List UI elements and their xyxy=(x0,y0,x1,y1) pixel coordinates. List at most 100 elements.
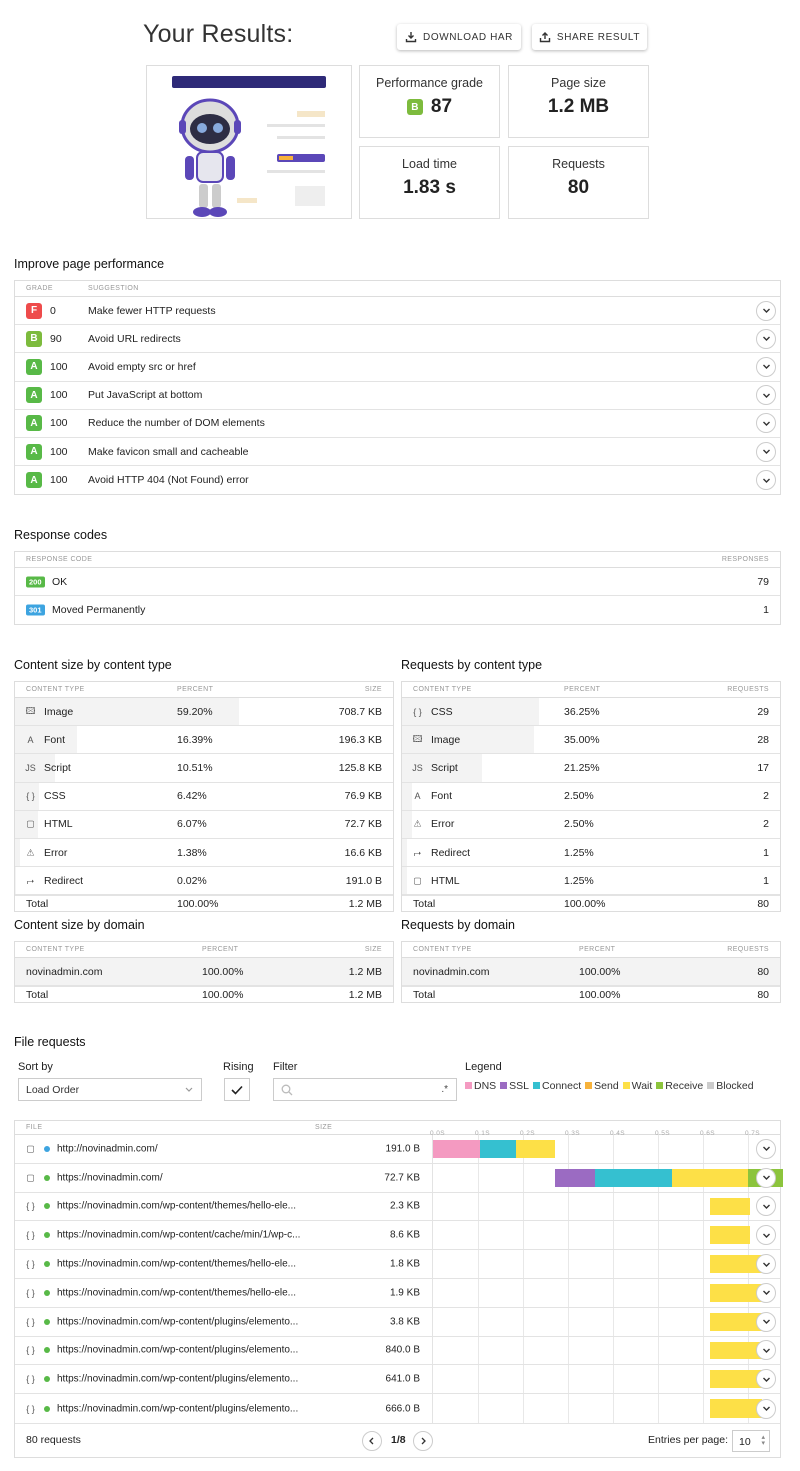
expand-button[interactable] xyxy=(756,356,776,377)
requests-label: Requests xyxy=(552,157,605,171)
entries-per-page-input[interactable]: 10 ▴ ▾ xyxy=(732,1429,770,1452)
file-type-icon: { } xyxy=(26,1287,35,1298)
total-row: Total 100.00% 80 xyxy=(402,895,780,911)
suggestion-row[interactable]: A 100 Avoid empty src or href xyxy=(15,353,780,382)
file-request-row[interactable]: { } https://novinadmin.com/wp-content/plu… xyxy=(15,1336,780,1366)
regex-toggle[interactable]: .* xyxy=(441,1084,448,1095)
next-page-button[interactable] xyxy=(413,1430,433,1451)
improve-section-title: Improve page performance xyxy=(14,257,165,271)
content-type-name: Script xyxy=(44,761,71,774)
expand-button[interactable] xyxy=(756,1369,776,1390)
expand-button[interactable] xyxy=(756,1311,776,1332)
grid-line xyxy=(478,1250,479,1278)
legend-item: Connect xyxy=(533,1080,581,1092)
domain-name: novinadmin.com xyxy=(413,965,490,978)
waterfall-cell xyxy=(432,1365,780,1394)
suggestion-text: Avoid empty src or href xyxy=(88,360,196,373)
sort-by-select[interactable]: Load Order xyxy=(18,1078,202,1101)
file-request-row[interactable]: { } https://novinadmin.com/wp-content/the… xyxy=(15,1192,780,1222)
suggestion-row[interactable]: A 100 Reduce the number of DOM elements xyxy=(15,410,780,438)
suggestion-row[interactable]: A 100 Put JavaScript at bottom xyxy=(15,382,780,410)
status-dot-icon xyxy=(44,1174,50,1181)
file-type-icon: { } xyxy=(26,1230,35,1241)
file-requests-table: FILE SIZE 0.0s 0.1s 0.2s 0.3s 0.4s 0.5s 0.6s 0.7… xyxy=(14,1120,783,1458)
suggestion-row[interactable]: A 100 Make favicon small and cacheable xyxy=(15,438,780,467)
download-har-button[interactable]: DOWNLOAD HAR xyxy=(397,24,521,50)
percent: 0.02% xyxy=(177,874,207,887)
grid-line xyxy=(523,1278,524,1307)
file-type-icon: { } xyxy=(26,1403,35,1414)
size-by-domain-table: CONTENT TYPE PERCENT SIZE novinadmin.com 10… xyxy=(14,941,394,1003)
legend-name: SSL xyxy=(509,1080,530,1092)
score: 90 xyxy=(50,332,62,345)
legend-swatch xyxy=(622,1082,630,1089)
expand-button[interactable] xyxy=(756,1282,776,1303)
rising-checkbox[interactable] xyxy=(224,1078,250,1101)
grid-line xyxy=(658,1221,659,1250)
file-request-row[interactable]: { } https://novinadmin.com/wp-content/cac… xyxy=(15,1221,780,1251)
legend-name: Receive xyxy=(665,1080,704,1092)
share-result-button[interactable]: SHARE RESULT xyxy=(532,24,647,50)
expand-button[interactable] xyxy=(756,1196,776,1217)
expand-button[interactable] xyxy=(756,413,776,434)
percent: 6.07% xyxy=(177,818,207,831)
domain-name: novinadmin.com xyxy=(26,965,103,978)
percent: 59.20% xyxy=(177,705,213,718)
file-url: https://novinadmin.com/wp-content/themes… xyxy=(57,1258,297,1270)
expand-button[interactable] xyxy=(756,300,776,321)
grade-badge: A xyxy=(26,415,42,432)
status-dot-icon xyxy=(44,1145,50,1152)
improve-table: GRADE SUGGESTION F 0 Make fewer HTTP reques… xyxy=(14,280,781,496)
content-type-row: A Font 2.50% 2 xyxy=(402,782,780,811)
suggestion-row[interactable]: A 100 Avoid HTTP 404 (Not Found) error xyxy=(15,466,780,494)
col-grade: GRADE xyxy=(26,285,53,292)
file-request-row[interactable]: ▢ http://novinadmin.com/191.0 B xyxy=(15,1135,780,1164)
content-type-icon: 🖾 xyxy=(25,705,36,716)
total-percent: 100.00% xyxy=(579,988,621,1001)
file-request-row[interactable]: { } https://novinadmin.com/wp-content/plu… xyxy=(15,1394,780,1423)
percent: 1.25% xyxy=(564,874,594,887)
content-type-name: Redirect xyxy=(431,846,471,859)
prev-page-button[interactable] xyxy=(362,1430,382,1451)
expand-button[interactable] xyxy=(756,1225,776,1246)
expand-button[interactable] xyxy=(756,1167,776,1188)
expand-button[interactable] xyxy=(756,328,776,349)
waterfall-cell xyxy=(432,1307,780,1336)
expand-button[interactable] xyxy=(756,1138,776,1159)
percent-bar xyxy=(15,838,21,867)
performance-grade-badge: B xyxy=(406,99,423,115)
suggestion-row[interactable]: F 0 Make fewer HTTP requests xyxy=(15,297,780,326)
chevron-down-icon xyxy=(762,1146,770,1152)
chevron-left-icon xyxy=(369,1437,374,1445)
file-request-row[interactable]: { } https://novinadmin.com/wp-content/plu… xyxy=(15,1307,780,1337)
file-request-row[interactable]: ▢ https://novinadmin.com/72.7 KB xyxy=(15,1163,783,1193)
file-url: https://novinadmin.com/wp-content/plugin… xyxy=(57,1373,299,1385)
expand-button[interactable] xyxy=(756,1254,776,1275)
entries-per-page-label: Entries per page: xyxy=(648,1434,728,1447)
page-size-label: Page size xyxy=(551,76,606,90)
stepper-icon[interactable]: ▴ ▾ xyxy=(761,1434,765,1447)
expand-button[interactable] xyxy=(756,1398,776,1419)
chevron-down-icon xyxy=(762,1262,770,1267)
expand-button[interactable] xyxy=(756,441,776,462)
grid-line xyxy=(523,1192,524,1221)
waterfall-bar-connect xyxy=(595,1168,672,1187)
col-content-type: CONTENT TYPE xyxy=(26,686,85,693)
suggestion-row[interactable]: B 90 Avoid URL redirects xyxy=(15,325,780,354)
expand-button[interactable] xyxy=(756,1340,776,1361)
file-request-row[interactable]: { } https://novinadmin.com/wp-content/the… xyxy=(15,1250,780,1279)
legend-name: DNS xyxy=(474,1080,497,1092)
response-code-row: 301 Moved Permanently 1 xyxy=(15,596,780,624)
waterfall-bar-wait xyxy=(709,1255,762,1273)
file-request-row[interactable]: { } https://novinadmin.com/wp-content/plu… xyxy=(15,1365,780,1395)
grid-line xyxy=(478,1394,479,1423)
robot-image xyxy=(179,98,241,217)
file-request-row[interactable]: { } https://novinadmin.com/wp-content/the… xyxy=(15,1278,780,1308)
score: 100 xyxy=(50,474,68,487)
filter-input[interactable]: .* xyxy=(273,1078,457,1101)
expand-button[interactable] xyxy=(756,470,776,491)
expand-button[interactable] xyxy=(756,385,776,406)
file-type-icon: { } xyxy=(26,1201,35,1212)
grid-line xyxy=(523,1365,524,1394)
rising-label: Rising xyxy=(223,1061,254,1073)
